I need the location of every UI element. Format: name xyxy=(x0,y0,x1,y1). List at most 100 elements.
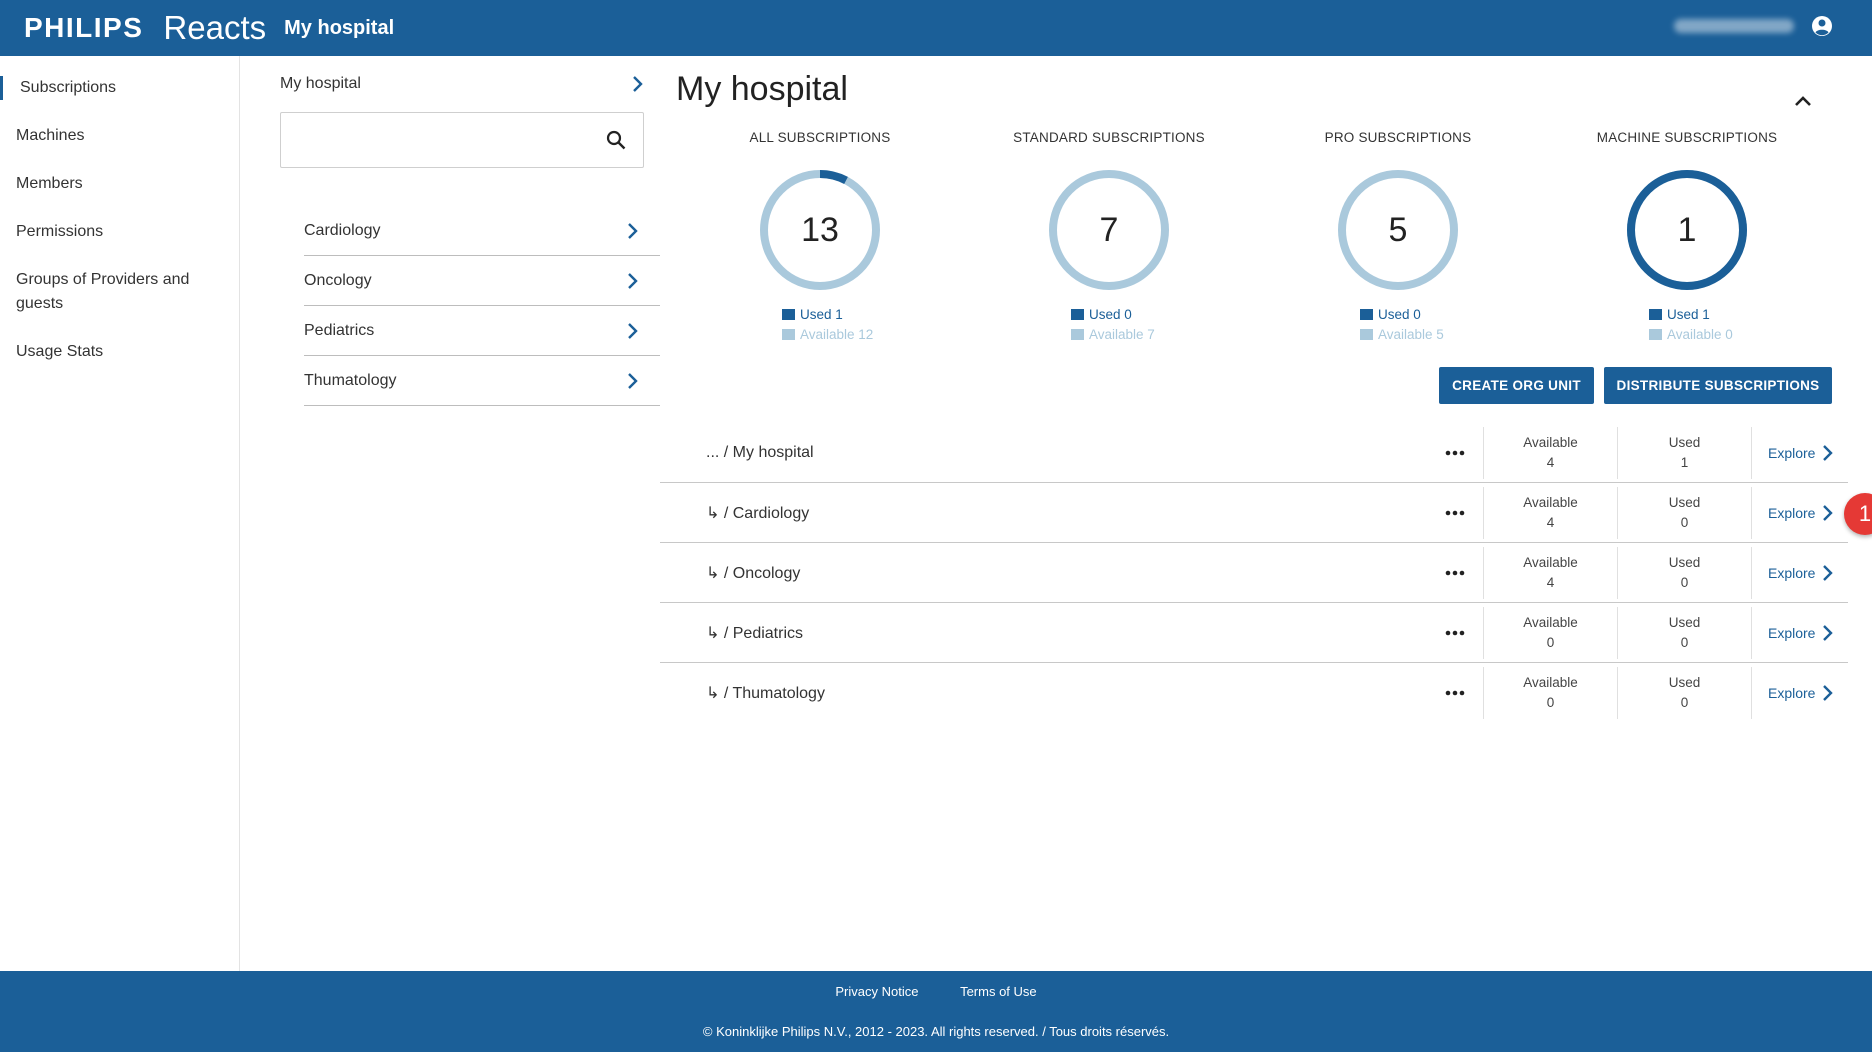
tree-item-label: Thumatology xyxy=(304,371,397,389)
nav-item-subscriptions[interactable]: Subscriptions xyxy=(0,76,132,100)
tree-item-oncology[interactable]: Oncology xyxy=(304,256,660,306)
tree-item-label: Cardiology xyxy=(304,221,381,239)
used-cell: Used 0 xyxy=(1617,547,1751,599)
tree-list: Cardiology Oncology Pediatrics Thumatolo… xyxy=(304,206,660,406)
tree-item-pediatrics[interactable]: Pediatrics xyxy=(304,306,660,356)
more-options-icon[interactable] xyxy=(1442,441,1468,465)
tree-search-input[interactable] xyxy=(281,113,581,165)
available-cell: Available 4 xyxy=(1483,487,1617,539)
table-row: ↳ / Thumatology Available 0 Used 0 Explore xyxy=(660,663,1848,723)
tree-root-label: My hospital xyxy=(280,75,361,92)
tree-root-item[interactable]: My hospital xyxy=(280,70,645,98)
org-unit-name: ↳ / Oncology xyxy=(706,565,801,582)
explore-label: Explore xyxy=(1768,505,1816,521)
more-options-icon[interactable] xyxy=(1442,561,1468,585)
chevron-right-icon xyxy=(628,322,638,339)
donut-chart: 13 xyxy=(758,168,882,292)
nav-item-members[interactable]: Members xyxy=(0,172,99,196)
nav-item-machines[interactable]: Machines xyxy=(0,124,100,148)
explore-link[interactable]: Explore xyxy=(1751,427,1851,479)
used-label: Used xyxy=(1668,675,1701,690)
tree-search[interactable] xyxy=(280,112,644,168)
more-options-icon[interactable] xyxy=(1442,621,1468,645)
header-title: My hospital xyxy=(284,16,395,39)
tree-item-label: Pediatrics xyxy=(304,321,375,339)
available-label: Available xyxy=(1523,555,1578,570)
available-cell: Available 4 xyxy=(1483,547,1617,599)
donut-legend: Used 0 Available 5 xyxy=(1268,304,1528,344)
top-bar: PHILIPS Reacts My hospital xyxy=(0,0,1872,56)
donut-total: 7 xyxy=(1099,210,1119,249)
tree-item-label: Oncology xyxy=(304,271,372,289)
distribute-subscriptions-button[interactable]: DISTRIBUTE SUBSCRIPTIONS xyxy=(1604,367,1832,404)
chevron-right-icon xyxy=(628,272,638,289)
explore-label: Explore xyxy=(1768,565,1816,581)
available-value: 4 xyxy=(1546,455,1555,470)
nav-item-groups[interactable]: Groups of Providers and guests xyxy=(0,268,210,316)
available-value: 0 xyxy=(1546,635,1555,650)
legend-used: Used 0 xyxy=(1071,304,1239,324)
explore-link[interactable]: Explore xyxy=(1751,487,1851,539)
stat-machine-subscriptions: MACHINE SUBSCRIPTIONS 1 Used 1 Available… xyxy=(1557,130,1817,344)
available-label: Available xyxy=(1523,615,1578,630)
used-label: Used xyxy=(1668,435,1701,450)
explore-label: Explore xyxy=(1768,625,1816,641)
donut-chart: 1 xyxy=(1625,168,1749,292)
used-value: 0 xyxy=(1680,695,1689,710)
explore-link[interactable]: Explore xyxy=(1751,667,1851,719)
page-title: My hospital xyxy=(676,70,848,108)
stat-title: MACHINE SUBSCRIPTIONS xyxy=(1596,130,1778,145)
legend-swatch-available xyxy=(1071,328,1084,340)
used-value: 0 xyxy=(1680,515,1689,530)
legend-available: Available 0 xyxy=(1649,324,1817,344)
search-icon[interactable] xyxy=(605,129,627,151)
available-label: Available xyxy=(1523,675,1578,690)
legend-swatch-used xyxy=(1071,308,1084,320)
chevron-right-icon xyxy=(1823,505,1834,521)
legend-available-label: Available 0 xyxy=(1667,326,1733,342)
legend-used-label: Used 1 xyxy=(1667,306,1710,322)
used-label: Used xyxy=(1668,615,1701,630)
privacy-notice-link[interactable]: Privacy Notice xyxy=(835,984,918,999)
table-row: ... / My hospital Available 4 Used 1 Explo… xyxy=(660,423,1848,483)
nav-item-usage-stats[interactable]: Usage Stats xyxy=(0,340,119,364)
more-options-icon[interactable] xyxy=(1442,501,1468,525)
legend-swatch-used xyxy=(1360,308,1373,320)
tree-item-thumatology[interactable]: Thumatology xyxy=(304,356,660,406)
stat-title: PRO SUBSCRIPTIONS xyxy=(1324,130,1472,145)
available-value: 4 xyxy=(1546,575,1555,590)
legend-available: Available 5 xyxy=(1360,324,1528,344)
terms-of-use-link[interactable]: Terms of Use xyxy=(960,984,1037,999)
org-unit-table: ... / My hospital Available 4 Used 1 Explo… xyxy=(660,423,1872,723)
philips-logo[interactable]: PHILIPS xyxy=(24,12,143,44)
used-value: 1 xyxy=(1680,455,1689,470)
legend-available-label: Available 12 xyxy=(800,326,874,342)
available-cell: Available 4 xyxy=(1483,427,1617,479)
table-row: ↳ / Oncology Available 4 Used 0 Explore xyxy=(660,543,1848,603)
stat-title: STANDARD SUBSCRIPTIONS xyxy=(1013,130,1205,145)
footer-links: Privacy Notice Terms of Use xyxy=(0,984,1872,999)
explore-link[interactable]: Explore xyxy=(1751,547,1851,599)
donut-legend: Used 1 Available 12 xyxy=(690,304,950,344)
more-options-icon[interactable] xyxy=(1442,681,1468,705)
account-circle-icon[interactable] xyxy=(1810,14,1834,38)
tree-item-cardiology[interactable]: Cardiology xyxy=(304,206,660,256)
used-cell: Used 0 xyxy=(1617,667,1751,719)
legend-swatch-used xyxy=(782,308,795,320)
explore-link[interactable]: Explore xyxy=(1751,607,1851,659)
donut-total: 13 xyxy=(801,210,839,249)
chevron-right-icon xyxy=(1823,565,1834,581)
legend-used: Used 0 xyxy=(1360,304,1528,324)
used-label: Used xyxy=(1668,495,1701,510)
user-menu[interactable] xyxy=(1674,14,1834,38)
legend-used: Used 1 xyxy=(782,304,950,324)
legend-available-label: Available 7 xyxy=(1089,326,1155,342)
donut-legend: Used 1 Available 0 xyxy=(1557,304,1817,344)
create-org-unit-button[interactable]: CREATE ORG UNIT xyxy=(1439,367,1594,404)
copyright: © Koninklijke Philips N.V., 2012 - 2023.… xyxy=(702,1024,1170,1039)
available-label: Available xyxy=(1523,495,1578,510)
nav-item-permissions[interactable]: Permissions xyxy=(0,220,119,244)
chevron-up-icon[interactable] xyxy=(1792,90,1814,112)
legend-used-label: Used 1 xyxy=(800,306,843,322)
stat-standard-subscriptions: STANDARD SUBSCRIPTIONS 7 Used 0 Availabl… xyxy=(979,130,1239,344)
